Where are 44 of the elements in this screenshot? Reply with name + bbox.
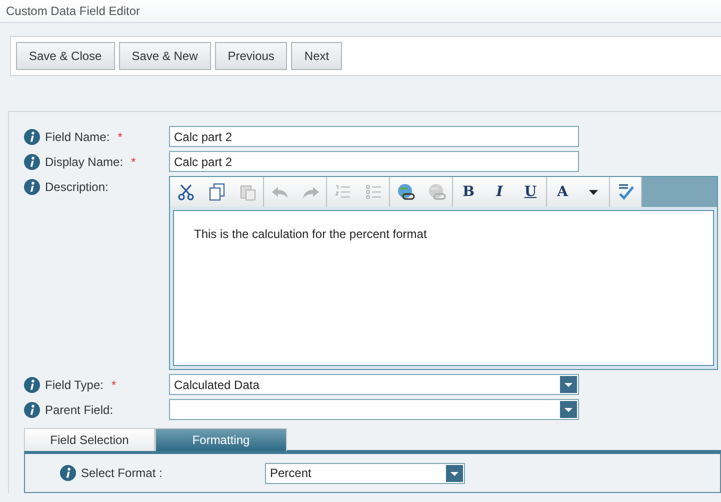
info-icon [24, 402, 40, 418]
select-field[interactable] [169, 399, 579, 420]
info-icon [24, 178, 40, 194]
required-mark: * [118, 130, 122, 144]
toolbar-button[interactable]: Next [291, 42, 342, 70]
dropdown-caret-icon[interactable] [446, 464, 463, 482]
dropdown-caret-icon[interactable] [560, 376, 577, 393]
tab[interactable]: Formatting [155, 428, 287, 451]
info-icon [60, 465, 76, 481]
toolbar-button[interactable]: Save & New [118, 42, 211, 70]
tab[interactable]: Field Selection [24, 428, 155, 451]
info-icon [24, 376, 40, 392]
caret-icon [589, 190, 598, 194]
copy-icon [208, 183, 224, 201]
select-field[interactable]: Percent [265, 462, 465, 484]
required-mark: * [111, 378, 116, 392]
field-label: Field Name: [45, 130, 110, 144]
bullet-list-icon [366, 184, 382, 200]
field-label: Field Type: [45, 378, 104, 392]
unlink-globe-icon [428, 183, 446, 201]
format-button[interactable]: U [515, 177, 546, 207]
select-field[interactable]: Calculated Data [169, 374, 579, 395]
undo-icon [270, 185, 288, 199]
field-label: Parent Field: [45, 402, 114, 416]
field-label: Display Name: [45, 154, 124, 168]
format-button[interactable]: B [453, 177, 484, 207]
toolbar-button[interactable]: Previous [214, 42, 288, 70]
required-mark: * [131, 154, 136, 168]
numbered-list-icon [334, 184, 350, 200]
text-field[interactable]: Calc part 2 [169, 126, 579, 147]
paste-icon [240, 183, 256, 201]
info-icon [24, 128, 40, 144]
text-field[interactable]: Calc part 2 [169, 151, 579, 172]
link-globe-icon [396, 183, 414, 201]
scissors-icon [176, 183, 194, 201]
format-button[interactable]: I [484, 177, 515, 207]
field-label: Select Format : [81, 466, 162, 480]
dropdown-caret-icon[interactable] [560, 401, 577, 418]
window-title: Custom Data Field Editor [6, 4, 140, 18]
editor-text[interactable]: This is the calculation for the percent format [173, 210, 714, 366]
field-label: Description: [45, 180, 108, 194]
redo-icon [302, 185, 320, 199]
toolbar-button[interactable]: Save & Close [16, 42, 115, 70]
info-icon [24, 154, 40, 170]
